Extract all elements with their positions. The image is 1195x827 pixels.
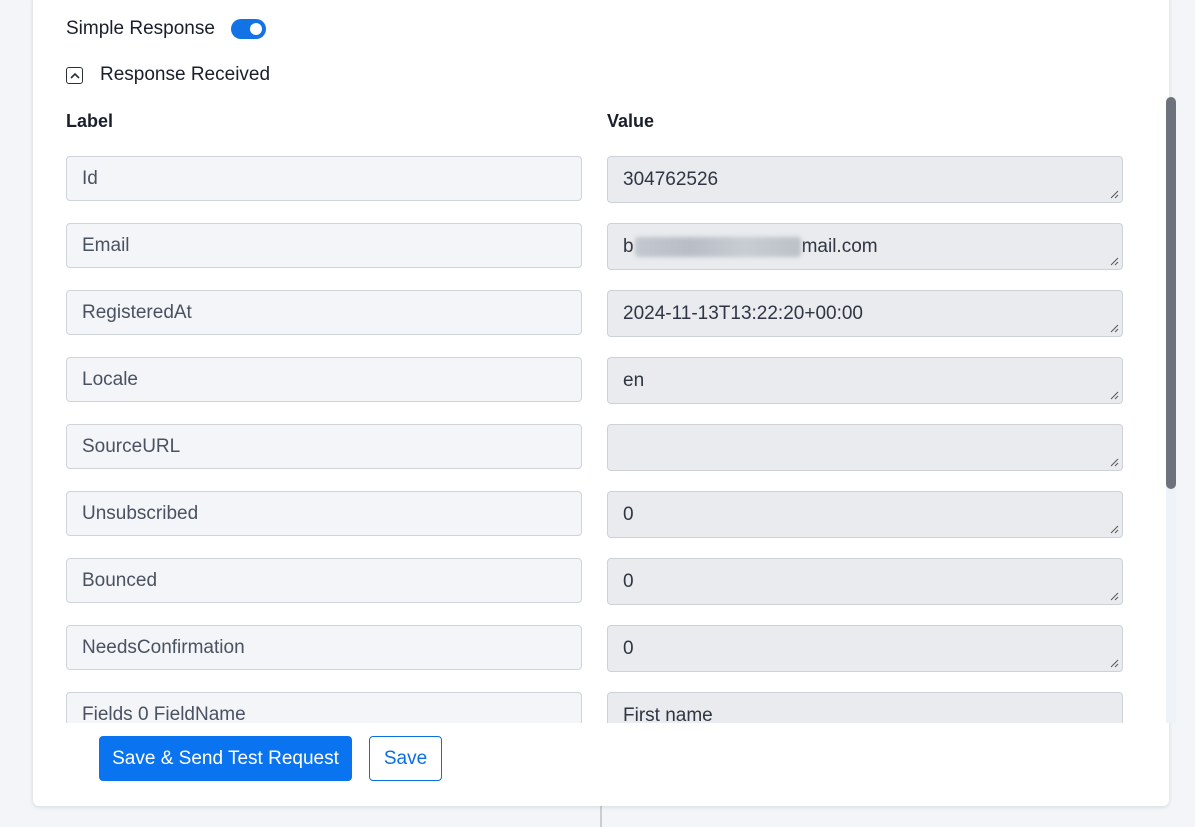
resize-handle-icon[interactable] bbox=[1109, 256, 1119, 266]
value-text: 2024-11-13T13:22:20+00:00 bbox=[623, 302, 863, 324]
resize-handle-icon[interactable] bbox=[1109, 524, 1119, 534]
value-field[interactable]: 0 bbox=[607, 558, 1123, 605]
field-row-unsubscribed: Unsubscribed 0 bbox=[66, 491, 1126, 538]
value-field[interactable]: 0 bbox=[607, 625, 1123, 672]
scrollbar-thumb[interactable] bbox=[1166, 97, 1176, 489]
resize-handle-icon[interactable] bbox=[1109, 323, 1119, 333]
value-column-header: Value bbox=[607, 111, 655, 131]
field-row-email: Email b mail.com bbox=[66, 223, 1126, 270]
simple-response-toggle[interactable] bbox=[230, 19, 266, 39]
save-send-test-request-button[interactable]: Save & Send Test Request bbox=[99, 736, 352, 781]
label-field[interactable]: Id bbox=[66, 156, 582, 201]
label-field[interactable]: Email bbox=[66, 223, 582, 268]
value-text: 0 bbox=[623, 503, 634, 525]
resize-handle-icon[interactable] bbox=[1109, 189, 1119, 199]
resize-handle-icon[interactable] bbox=[1109, 457, 1119, 467]
chevron-up-icon bbox=[69, 72, 80, 79]
response-fields-list: Id 304762526 Email b mail.com RegisteredA… bbox=[66, 156, 1126, 723]
label-field[interactable]: NeedsConfirmation bbox=[66, 625, 582, 670]
value-text-prefix: b bbox=[623, 235, 634, 257]
page: Simple Response Response Received Label … bbox=[0, 0, 1195, 827]
collapse-chevron-up-icon[interactable] bbox=[66, 66, 83, 84]
value-field[interactable]: 2024-11-13T13:22:20+00:00 bbox=[607, 290, 1123, 337]
value-text: 0 bbox=[623, 570, 634, 592]
label-field[interactable]: RegisteredAt bbox=[66, 290, 582, 335]
value-text: First name bbox=[623, 704, 713, 724]
resize-handle-icon[interactable] bbox=[1109, 658, 1119, 668]
redacted-text bbox=[634, 236, 801, 257]
value-field[interactable]: b mail.com bbox=[607, 223, 1123, 270]
response-received-row: Response Received bbox=[66, 64, 270, 86]
section-title: Response Received bbox=[100, 64, 271, 85]
value-field[interactable]: 304762526 bbox=[607, 156, 1123, 203]
value-field[interactable]: 0 bbox=[607, 491, 1123, 538]
value-field[interactable]: en bbox=[607, 357, 1123, 404]
field-row-fields-0-fieldname: Fields 0 FieldName First name bbox=[66, 692, 1126, 723]
value-text: 304762526 bbox=[623, 168, 719, 190]
label-field[interactable]: SourceURL bbox=[66, 424, 582, 469]
label-field[interactable]: Locale bbox=[66, 357, 582, 402]
simple-response-row: Simple Response bbox=[66, 18, 266, 40]
label-field[interactable]: Bounced bbox=[66, 558, 582, 603]
action-footer: Save & Send Test Request Save bbox=[66, 723, 1166, 803]
value-text-suffix: mail.com bbox=[801, 235, 878, 257]
save-button[interactable]: Save bbox=[369, 736, 442, 781]
value-text: en bbox=[623, 369, 645, 391]
field-row-sourceurl: SourceURL bbox=[66, 424, 1126, 471]
resize-handle-icon[interactable] bbox=[1109, 591, 1119, 601]
field-row-registeredat: RegisteredAt 2024-11-13T13:22:20+00:00 bbox=[66, 290, 1126, 337]
field-row-id: Id 304762526 bbox=[66, 156, 1126, 203]
label-column-header: Label bbox=[66, 111, 114, 131]
toggle-knob bbox=[249, 23, 262, 35]
value-field[interactable] bbox=[607, 424, 1123, 471]
field-row-needsconfirmation: NeedsConfirmation 0 bbox=[66, 625, 1126, 672]
field-row-locale: Locale en bbox=[66, 357, 1126, 404]
resize-handle-icon[interactable] bbox=[1109, 390, 1119, 400]
label-field[interactable]: Unsubscribed bbox=[66, 491, 582, 536]
label-field[interactable]: Fields 0 FieldName bbox=[66, 692, 582, 723]
value-text: 0 bbox=[623, 637, 634, 659]
field-row-bounced: Bounced 0 bbox=[66, 558, 1126, 605]
value-field[interactable]: First name bbox=[607, 692, 1123, 723]
response-card: Simple Response Response Received Label … bbox=[33, 0, 1176, 806]
simple-response-label: Simple Response bbox=[66, 18, 215, 39]
scrollbar-track[interactable] bbox=[1166, 97, 1176, 723]
